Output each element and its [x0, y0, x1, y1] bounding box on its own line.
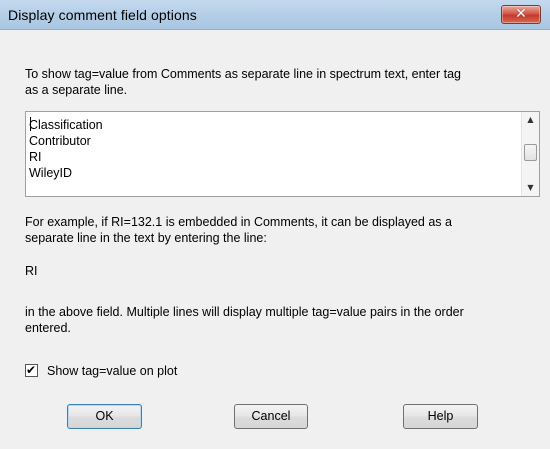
close-icon: ✕ [515, 6, 527, 22]
ok-button[interactable]: OK [67, 404, 142, 429]
show-on-plot-checkbox[interactable]: ✔ [25, 363, 38, 377]
scrollbar-thumb[interactable] [524, 144, 537, 161]
list-item: RI [29, 150, 42, 164]
scroll-up-icon[interactable]: ▲ [522, 112, 539, 128]
dialog-window: Display comment field options ✕ To show … [0, 0, 550, 449]
example-line-4: entered. [25, 321, 71, 335]
instructions-line-1: To show tag=value from Comments as separ… [25, 67, 461, 81]
checkmark-icon: ✔ [26, 363, 37, 377]
example-line-2: separate line in the text by entering th… [25, 231, 267, 245]
cancel-button[interactable]: Cancel [234, 404, 308, 429]
show-on-plot-label[interactable]: Show tag=value on plot [47, 363, 177, 379]
dialog-body: To show tag=value from Comments as separ… [0, 30, 550, 449]
help-button[interactable]: Help [403, 404, 478, 429]
list-item: WileyID [29, 166, 73, 180]
close-button[interactable]: ✕ [501, 5, 541, 24]
example-line-1: For example, if RI=132.1 is embedded in … [25, 215, 452, 229]
list-item: Classification [29, 118, 103, 132]
vertical-scrollbar[interactable]: ▲ ▼ [521, 112, 539, 196]
window-title: Display comment field options [8, 7, 197, 23]
list-item: Contributor [29, 134, 91, 148]
example-line-3: in the above field. Multiple lines will … [25, 305, 464, 319]
title-bar[interactable]: Display comment field options ✕ [0, 0, 550, 30]
example-sample-tag: RI [25, 264, 38, 278]
scroll-down-icon[interactable]: ▼ [522, 180, 539, 196]
tag-list-textbox[interactable]: Classification Contributor RI WileyID ▲ … [25, 111, 540, 197]
instructions-line-2: as a separate line. [25, 83, 128, 97]
